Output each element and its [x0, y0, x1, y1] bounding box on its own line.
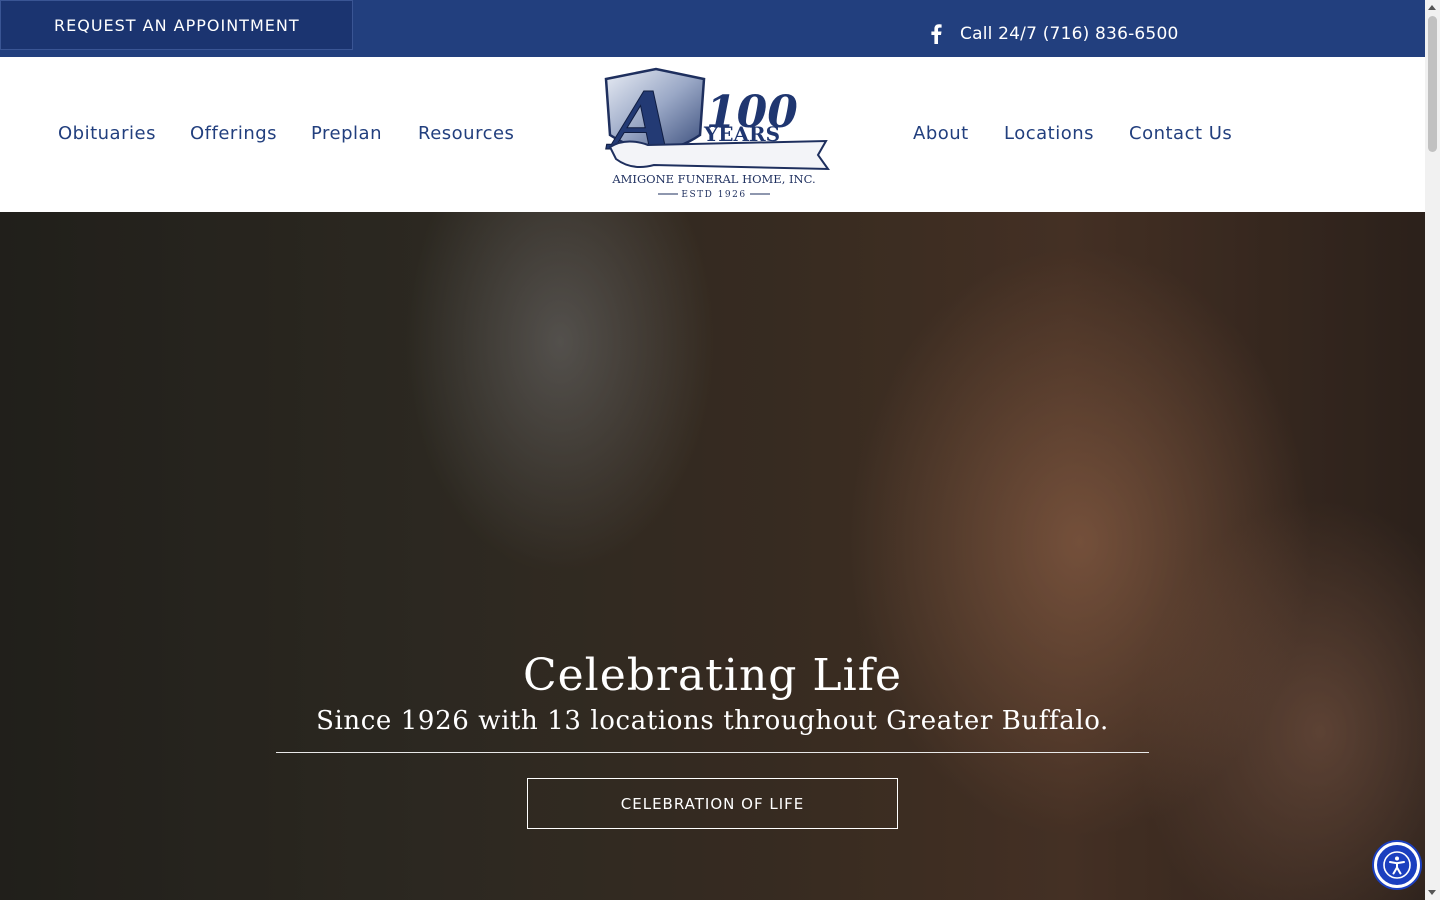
- accessibility-button[interactable]: [1374, 842, 1420, 888]
- call-phone-text: Call 24/7 (716) 836-6500: [960, 24, 1179, 44]
- nav-contact-us[interactable]: Contact Us: [1129, 123, 1232, 144]
- site-header: Obituaries Offerings Preplan Resources A…: [0, 57, 1425, 212]
- top-bar: REQUEST AN APPOINTMENT Call 24/7 (716) 8…: [0, 0, 1425, 57]
- celebration-of-life-button[interactable]: CELEBRATION OF LIFE: [527, 778, 898, 829]
- nav-obituaries[interactable]: Obituaries: [58, 123, 156, 144]
- scroll-down-arrow-icon[interactable]: [1428, 890, 1436, 895]
- request-appointment-label: REQUEST AN APPOINTMENT: [54, 15, 300, 35]
- logo-established: ESTD 1926: [681, 190, 746, 200]
- request-appointment-button[interactable]: REQUEST AN APPOINTMENT: [0, 0, 353, 50]
- celebration-of-life-label: CELEBRATION OF LIFE: [620, 794, 805, 813]
- hero-divider: [276, 752, 1149, 753]
- nav-resources[interactable]: Resources: [418, 123, 514, 144]
- hero-banner: Celebrating Life Since 1926 with 13 loca…: [0, 212, 1425, 900]
- scrollbar-thumb[interactable]: [1428, 16, 1437, 152]
- nav-locations[interactable]: Locations: [1004, 123, 1094, 144]
- page-scrollbar[interactable]: [1425, 0, 1440, 900]
- accessibility-icon: [1383, 851, 1411, 879]
- nav-offerings[interactable]: Offerings: [190, 123, 277, 144]
- scroll-up-arrow-icon[interactable]: [1428, 5, 1436, 10]
- logo-years-word: YEARS: [703, 122, 780, 146]
- hero-subtitle: Since 1926 with 13 locations throughout …: [316, 706, 1109, 736]
- facebook-icon[interactable]: [930, 23, 950, 45]
- amigone-logo[interactable]: A 100 YEARS AMIGONE FUNERAL HOME, INC. E…: [596, 67, 832, 202]
- nav-about[interactable]: About: [913, 123, 969, 144]
- call-link[interactable]: Call 24/7 (716) 836-6500: [930, 20, 1178, 48]
- hero-title: Celebrating Life: [522, 650, 903, 701]
- logo-company-name: AMIGONE FUNERAL HOME, INC.: [611, 172, 815, 186]
- nav-preplan[interactable]: Preplan: [311, 123, 382, 144]
